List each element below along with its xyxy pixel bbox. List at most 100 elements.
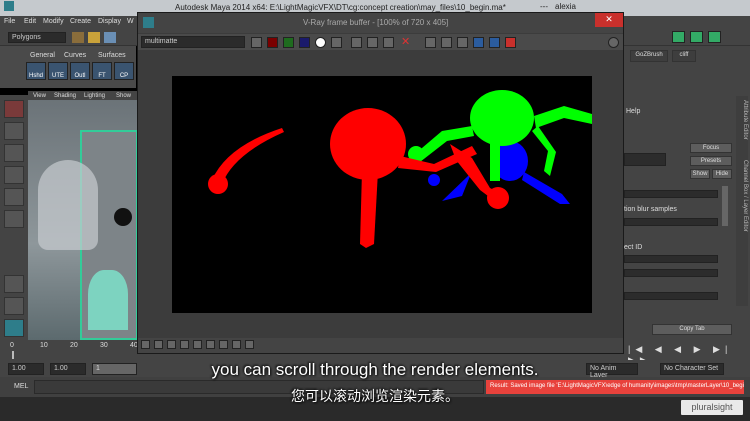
- attr-field[interactable]: [624, 292, 718, 300]
- save-icon[interactable]: [104, 32, 116, 43]
- viewport[interactable]: [28, 100, 138, 340]
- attr-field[interactable]: [624, 190, 718, 198]
- playback-controls[interactable]: |◀ ◀ ◀ ▶ ▶| ▶▶: [628, 344, 746, 365]
- layout-single-icon[interactable]: [4, 275, 24, 293]
- pluralsight-logo: pluralsight: [681, 400, 743, 415]
- alpha-channel-icon[interactable]: [315, 37, 326, 48]
- help-menu[interactable]: Help: [626, 108, 640, 115]
- menu-modify[interactable]: Modify: [43, 18, 64, 25]
- current-time-marker[interactable]: [12, 351, 14, 359]
- paint-tool-icon[interactable]: [4, 144, 24, 162]
- shelf-tab-curves[interactable]: Curves: [64, 52, 86, 59]
- rotate-tool-icon[interactable]: [4, 188, 24, 206]
- shelf-button-ute[interactable]: UTE: [48, 62, 68, 80]
- render-icon[interactable]: [457, 37, 468, 48]
- shelf-button-outl[interactable]: Outl: [70, 62, 90, 80]
- history-icon[interactable]: [141, 340, 150, 349]
- maya-logo-icon: [4, 1, 14, 11]
- close-button[interactable]: ✕: [595, 13, 623, 27]
- shelf-button-ft[interactable]: FT: [92, 62, 112, 80]
- window-title: Autodesk Maya 2014 x64: E:\LightMagicVFX…: [175, 3, 506, 12]
- lasso-tool-icon[interactable]: [4, 122, 24, 140]
- menu-window[interactable]: W: [127, 18, 134, 25]
- shelf-button-cp[interactable]: CP: [114, 62, 134, 80]
- menu-display[interactable]: Display: [98, 18, 121, 25]
- shelf-button-hshd[interactable]: Hshd: [26, 62, 46, 80]
- lut-icon[interactable]: [219, 340, 228, 349]
- motion-blur-field[interactable]: [624, 218, 718, 226]
- shelf-tab-gozbrush[interactable]: GoZBrush: [630, 50, 668, 62]
- track-mouse-icon[interactable]: [425, 37, 436, 48]
- toggle-check-icon[interactable]: [672, 31, 685, 43]
- vray-frame-buffer-window: V-Ray frame buffer - [100% of 720 x 405]…: [137, 12, 624, 354]
- select-tool-icon[interactable]: [4, 100, 24, 118]
- viewport-menu-shading[interactable]: Shading: [54, 93, 76, 99]
- channel-dropdown[interactable]: multimatte: [141, 36, 245, 48]
- viewport-menu-show[interactable]: Show: [116, 93, 131, 99]
- levels-icon[interactable]: [167, 340, 176, 349]
- new-scene-icon[interactable]: [72, 32, 84, 43]
- vfb-toolbar: multimatte ✕: [138, 34, 623, 50]
- layout-four-icon[interactable]: [4, 297, 24, 315]
- display-correction-icon[interactable]: [473, 37, 484, 48]
- object-id-slider[interactable]: [624, 255, 718, 263]
- shelf-tab-surfaces[interactable]: Surfaces: [98, 52, 126, 59]
- robot-model: [38, 160, 98, 250]
- show-button[interactable]: Show: [690, 169, 710, 179]
- menu-create[interactable]: Create: [70, 18, 91, 25]
- scale-tool-icon[interactable]: [4, 210, 24, 228]
- options-icon[interactable]: [608, 37, 619, 48]
- presets-button[interactable]: Presets: [690, 156, 732, 166]
- vfb-bottom-toolbar: [138, 338, 623, 353]
- red-channel-icon[interactable]: [267, 37, 278, 48]
- attr-field[interactable]: [624, 153, 666, 166]
- focus-button[interactable]: Focus: [690, 143, 732, 153]
- monochrome-icon[interactable]: [331, 37, 342, 48]
- shelf-tab-cliff[interactable]: cliff: [672, 50, 696, 62]
- render-canvas[interactable]: [172, 76, 592, 313]
- viewport-menu-lighting[interactable]: Lighting: [84, 93, 105, 99]
- stop-icon[interactable]: [505, 37, 516, 48]
- viewport-menu-view[interactable]: View: [33, 93, 46, 99]
- open-folder-icon[interactable]: [88, 32, 100, 43]
- load-image-icon[interactable]: [367, 37, 378, 48]
- copy-tab-button[interactable]: Copy Tab: [652, 324, 732, 335]
- exposure-icon[interactable]: [193, 340, 202, 349]
- save-image-icon[interactable]: [351, 37, 362, 48]
- scrollbar[interactable]: [722, 186, 728, 226]
- link-icon[interactable]: [489, 37, 500, 48]
- outliner-icon[interactable]: [4, 319, 24, 337]
- menu-edit[interactable]: Edit: [24, 18, 36, 25]
- hide-button[interactable]: Hide: [712, 169, 732, 179]
- red-joint: [208, 174, 228, 194]
- mode-dropdown[interactable]: Polygons: [8, 32, 66, 43]
- attr-field[interactable]: [624, 269, 718, 277]
- histogram-icon[interactable]: [232, 340, 241, 349]
- subtitle-english: you can scroll through the render elemen…: [211, 360, 539, 379]
- clear-x-icon[interactable]: ✕: [401, 35, 410, 48]
- time-tick: 10: [40, 342, 48, 349]
- compare-icon[interactable]: [154, 340, 163, 349]
- vfb-title: V-Ray frame buffer - [100% of 720 x 405]: [303, 18, 449, 27]
- blue-limb: [442, 171, 472, 201]
- settings-icon[interactable]: [206, 340, 215, 349]
- menu-file[interactable]: File: [4, 18, 15, 25]
- region-render-icon[interactable]: [441, 37, 452, 48]
- srgb-icon[interactable]: [245, 340, 254, 349]
- vray-icon: [143, 17, 154, 28]
- channel-icon[interactable]: [251, 37, 262, 48]
- time-tick: 0: [10, 342, 14, 349]
- clear-image-icon[interactable]: [383, 37, 394, 48]
- move-tool-icon[interactable]: [4, 166, 24, 184]
- side-tab-channel-box[interactable]: Channel Box / Layer Editor: [736, 156, 748, 306]
- toggle-check-icon[interactable]: [708, 31, 721, 43]
- green-channel-icon[interactable]: [283, 37, 294, 48]
- title-separator: ---: [540, 2, 548, 11]
- green-body: [490, 136, 500, 181]
- green-head: [470, 90, 534, 146]
- shelf-tab-general[interactable]: General: [30, 52, 55, 59]
- curve-icon[interactable]: [180, 340, 189, 349]
- blue-channel-icon[interactable]: [299, 37, 310, 48]
- subtitle-chinese: 您可以滚动浏览渲染元素。: [291, 388, 459, 404]
- toggle-check-icon[interactable]: [690, 31, 703, 43]
